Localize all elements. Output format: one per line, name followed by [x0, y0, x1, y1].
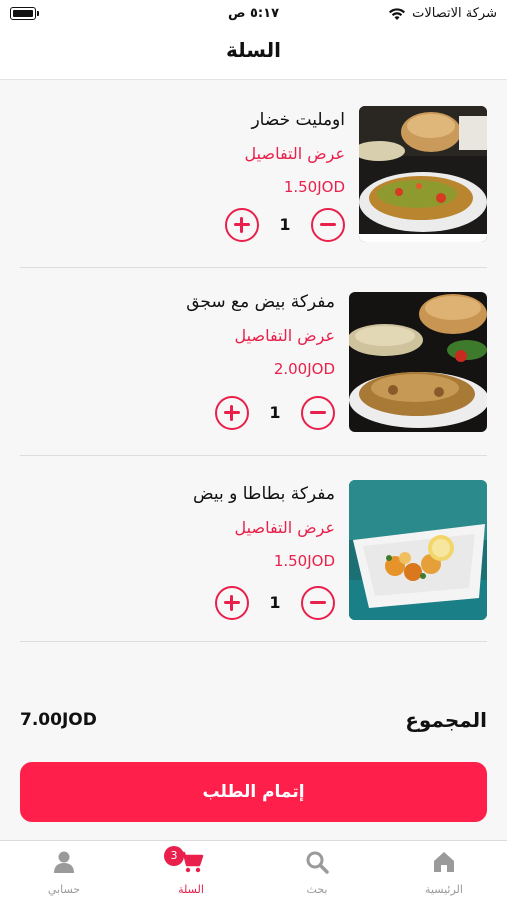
tab-cart[interactable]: 3 السلة — [128, 841, 254, 900]
increase-quantity-button[interactable] — [215, 586, 249, 620]
item-image[interactable] — [349, 292, 487, 432]
tab-search[interactable]: بحث — [254, 841, 380, 900]
quantity-stepper: 1 — [215, 396, 335, 430]
item-image[interactable] — [359, 106, 487, 242]
tab-account-label: حسابي — [47, 883, 81, 896]
decrease-quantity-button[interactable] — [301, 396, 335, 430]
item-name: مفركة بطاطا و بيض — [193, 484, 335, 504]
header: السلة — [0, 28, 507, 80]
tab-search-label: بحث — [306, 883, 328, 896]
increase-quantity-button[interactable] — [225, 208, 259, 242]
decrease-quantity-button[interactable] — [311, 208, 345, 242]
total-value: 7.00JOD — [20, 710, 97, 730]
carrier-name: شركة الاتصالات — [412, 6, 497, 21]
decrease-quantity-button[interactable] — [301, 586, 335, 620]
tab-bar: الرئيسية بحث 3 السلة حسابي — [0, 840, 507, 900]
item-price: 1.50JOD — [273, 552, 335, 570]
item-name: مفركة بيض مع سجق — [186, 292, 335, 312]
status-bar: ٥:١٧ ص شركة الاتصالات — [0, 0, 507, 28]
tab-home-label: الرئيسية — [425, 883, 463, 896]
user-icon — [51, 849, 77, 875]
item-price: 1.50JOD — [283, 178, 345, 196]
quantity-value: 1 — [269, 593, 281, 612]
status-carrier-group: شركة الاتصالات — [388, 6, 497, 21]
page-title: السلة — [225, 38, 281, 62]
cart-item: اومليت خضار عرض التفاصيل 1.50JOD 1 — [20, 88, 487, 268]
tab-cart-label: السلة — [178, 883, 204, 896]
tab-home[interactable]: الرئيسية — [381, 841, 507, 900]
tab-account[interactable]: حسابي — [1, 841, 127, 900]
total-label: المجموع — [405, 708, 487, 732]
quantity-stepper: 1 — [215, 586, 335, 620]
item-price: 2.00JOD — [273, 360, 335, 378]
item-name: اومليت خضار — [251, 110, 345, 130]
cart-item: مفركة بطاطا و بيض عرض التفاصيل 1.50JOD 1 — [20, 456, 487, 642]
view-details-link[interactable]: عرض التفاصيل — [245, 144, 345, 163]
cart-item: مفركة بيض مع سجق عرض التفاصيل 2.00JOD 1 — [20, 270, 487, 456]
view-details-link[interactable]: عرض التفاصيل — [235, 326, 335, 345]
quantity-value: 1 — [279, 215, 291, 234]
checkout-button[interactable]: إتمام الطلب — [20, 762, 487, 822]
search-icon — [304, 849, 330, 875]
wifi-icon — [389, 7, 406, 20]
quantity-stepper: 1 — [225, 208, 345, 242]
home-icon — [431, 849, 457, 875]
cart-count-badge: 3 — [164, 846, 184, 866]
item-image[interactable] — [349, 480, 487, 620]
view-details-link[interactable]: عرض التفاصيل — [235, 518, 335, 537]
quantity-value: 1 — [269, 403, 281, 422]
increase-quantity-button[interactable] — [215, 396, 249, 430]
